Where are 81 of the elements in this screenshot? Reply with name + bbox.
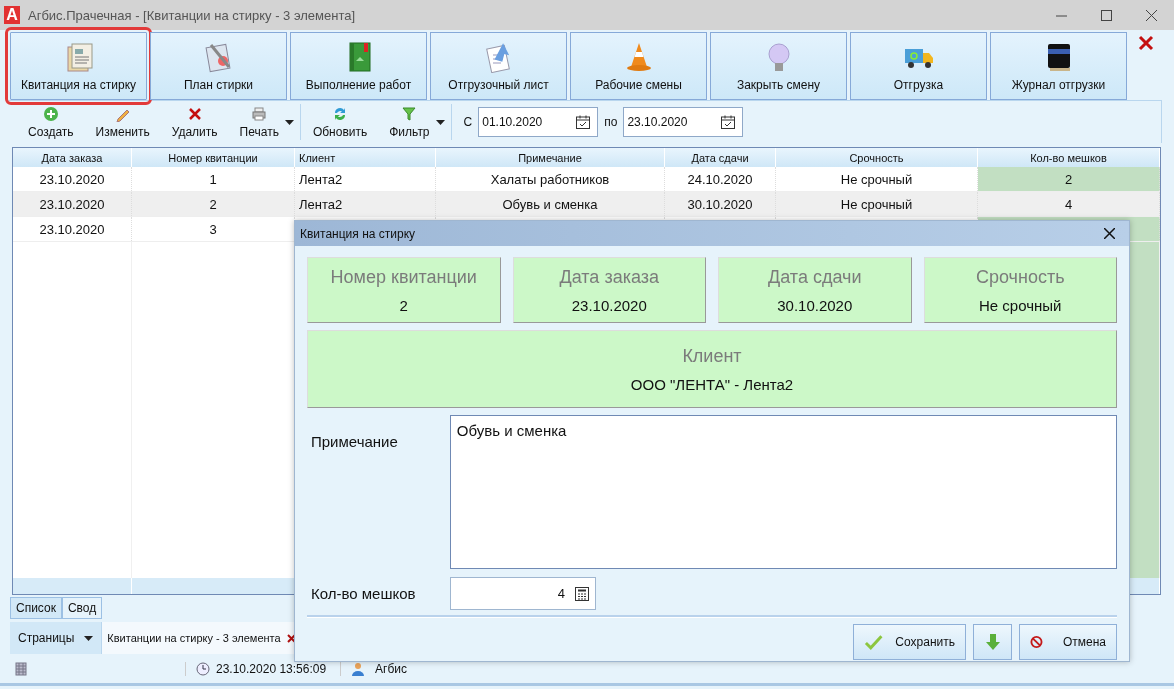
- card-label: Дата сдачи: [768, 266, 862, 288]
- toolbar-button[interactable]: Фильтр: [383, 103, 436, 141]
- card-value: 30.10.2020: [777, 296, 853, 314]
- table-cell: 24.10.2020: [665, 167, 776, 191]
- calculator-icon[interactable]: [575, 586, 589, 601]
- ribbon-button[interactable]: Закрыть смену: [710, 32, 847, 100]
- caret-icon: [84, 635, 94, 641]
- delete-icon: [186, 105, 203, 122]
- card-label: Срочность: [975, 266, 1065, 288]
- ribbon-button[interactable]: Журнал отгрузки: [990, 32, 1127, 100]
- table-cell: Халаты работников: [436, 167, 665, 191]
- pages-dropdown[interactable]: Страницы: [10, 622, 102, 654]
- plus-circle-icon: [42, 105, 59, 122]
- toolbar-button[interactable]: Изменить: [89, 103, 156, 141]
- card-value: ООО "ЛЕНТА" - Лента2: [630, 375, 794, 393]
- date-from-label: С: [463, 115, 473, 129]
- app-logo: A: [4, 6, 20, 24]
- printer-icon: [251, 105, 268, 122]
- close-icon[interactable]: [1104, 228, 1115, 239]
- view-tab[interactable]: Свод: [61, 597, 103, 619]
- ribbon-button[interactable]: Выполнение работ: [290, 32, 427, 100]
- status-user: Агбис: [375, 662, 408, 676]
- caret-icon[interactable]: [435, 119, 445, 125]
- date-from-field[interactable]: 01.10.2020: [478, 107, 599, 137]
- ribbon-button[interactable]: Отгрузочный лист: [430, 32, 567, 100]
- column-header[interactable]: Дата заказа: [13, 148, 132, 167]
- column-header[interactable]: Дата сдачи: [665, 148, 776, 167]
- table-cell: 23.10.2020: [13, 167, 132, 191]
- table-cell: Лента2: [295, 192, 436, 216]
- table-cell: 23.10.2020: [13, 217, 132, 241]
- table-cell: 30.10.2020: [665, 192, 776, 216]
- toolbar-button[interactable]: Удалить: [165, 103, 224, 141]
- calendar-icon[interactable]: [720, 114, 737, 130]
- card-label: Номер квитанции: [330, 266, 477, 288]
- close-icon[interactable]: [1138, 35, 1154, 51]
- bags-field[interactable]: 4: [450, 577, 596, 610]
- view-tab[interactable]: Список: [10, 597, 62, 619]
- card-value: Не срочный: [979, 296, 1062, 314]
- down-arrow-icon: [985, 634, 1000, 650]
- note-label: Примечание: [310, 432, 399, 452]
- ribbon-button[interactable]: Отгрузка: [850, 32, 987, 100]
- ribbon-button[interactable]: Рабочие смены: [570, 32, 707, 100]
- calendar-icon[interactable]: [575, 114, 592, 130]
- date-to-label: по: [604, 115, 618, 129]
- column-header[interactable]: Клиент: [295, 148, 436, 167]
- user-icon: [351, 662, 366, 676]
- table-cell: 23.10.2020: [13, 192, 132, 216]
- bags-label: Кол-во мешков: [310, 585, 417, 602]
- date-to-field[interactable]: 23.10.2020: [623, 107, 744, 137]
- card-label: Клиент: [682, 345, 742, 367]
- card-label: Дата заказа: [559, 266, 659, 288]
- table-cell: 4: [978, 192, 1160, 216]
- table-cell: Обувь и сменка: [436, 192, 665, 216]
- table-cell: Не срочный: [776, 192, 978, 216]
- toolbar-button[interactable]: Печать: [233, 103, 285, 141]
- dialog-title: Квитанция на стирку: [300, 226, 416, 241]
- note-field[interactable]: Обувь и сменка: [449, 415, 1117, 569]
- table-cell: 2: [132, 192, 295, 216]
- prohibited-icon: [1030, 635, 1043, 649]
- clock-icon: [196, 662, 210, 676]
- column-header[interactable]: Срочность: [776, 148, 978, 167]
- toolbar-button[interactable]: Обновить: [306, 103, 374, 141]
- column-header[interactable]: Примечание: [436, 148, 665, 167]
- caret-icon[interactable]: [284, 119, 294, 125]
- close-icon[interactable]: [1146, 9, 1157, 21]
- status-datetime: 23.10.2020 13:56:09: [216, 662, 327, 676]
- window-title: Агбис.Прачечная - [Квитанции на стирку - 3 элемента]: [28, 7, 357, 23]
- close-icon[interactable]: [286, 633, 296, 643]
- funnel-icon: [401, 105, 418, 122]
- maximize-icon[interactable]: [1101, 9, 1112, 21]
- column-header[interactable]: Номер квитанции: [132, 148, 295, 167]
- cancel-button[interactable]: Отмена: [1019, 624, 1117, 660]
- card-value: 2: [399, 296, 408, 314]
- ribbon-button[interactable]: План стирки: [150, 32, 287, 100]
- check-icon: [864, 634, 884, 650]
- save-button[interactable]: Сохранить: [853, 624, 966, 660]
- table-cell: 1: [132, 167, 295, 191]
- card-value: 23.10.2020: [571, 296, 647, 314]
- table-cell: 2: [978, 167, 1160, 191]
- toolbar-button[interactable]: Создать: [22, 103, 80, 141]
- table-cell: Лента2: [295, 167, 436, 191]
